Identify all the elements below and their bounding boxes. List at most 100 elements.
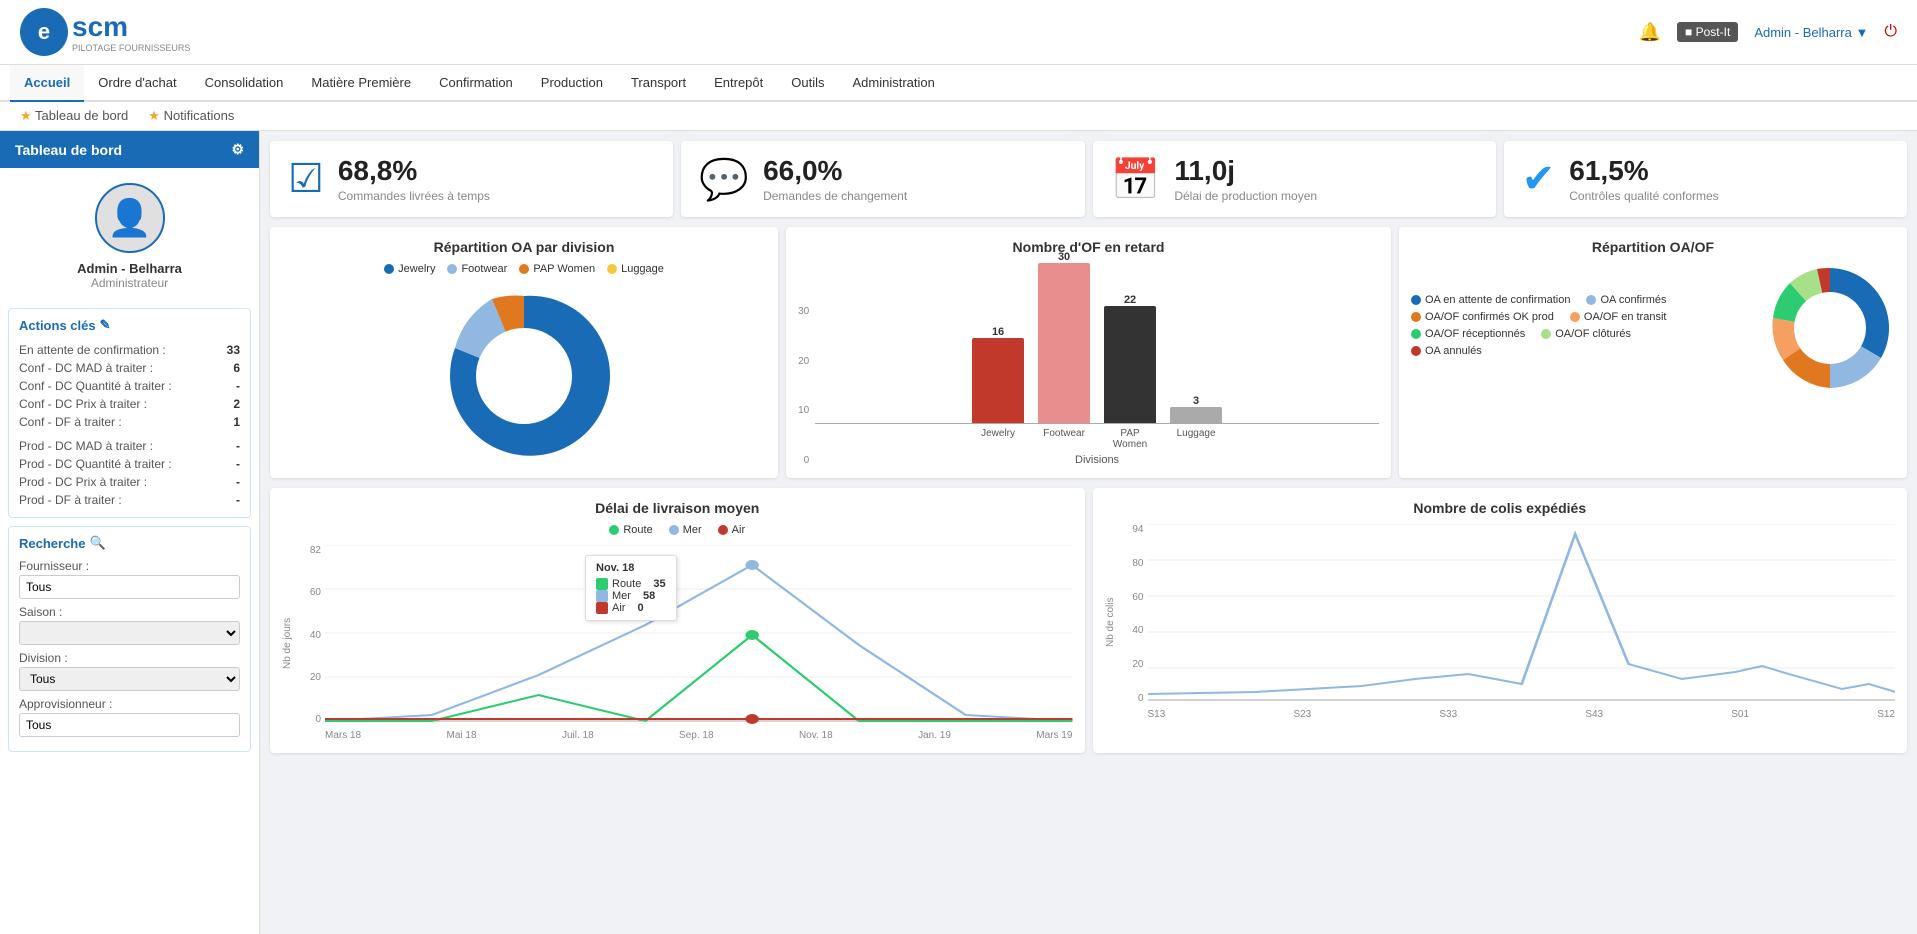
oa-donut-container bbox=[282, 286, 766, 466]
kpi-demandes: 💬 66,0% Demandes de changement bbox=[681, 141, 1084, 217]
bar-pap-rect bbox=[1104, 306, 1156, 423]
logo: e scm PILOTAGE FOURNISSEURS bbox=[20, 8, 190, 56]
x-axis-label: Divisions bbox=[815, 454, 1379, 466]
chart-colis: Nombre de colis expédiés Nb de colis 0 2… bbox=[1093, 488, 1908, 753]
content-area: Tableau de bord ⚙ 👤 Admin - Belharra Adm… bbox=[0, 131, 1917, 934]
breadcrumb: Tableau de bord Notifications bbox=[0, 102, 1917, 131]
tooltip-route: Route 35 bbox=[596, 578, 666, 590]
saison-field: Saison : bbox=[19, 605, 240, 645]
bar-footwear-rect bbox=[1038, 263, 1090, 423]
nav-accueil[interactable]: Accueil bbox=[10, 65, 84, 102]
chart-delai-title: Délai de livraison moyen bbox=[282, 500, 1073, 516]
nav-production[interactable]: Production bbox=[527, 65, 617, 102]
chart-oa-division: Répartition OA par division Jewelry Foot… bbox=[270, 227, 778, 478]
actions-title: Actions clés ✎ bbox=[19, 317, 240, 333]
colis-chart-area: Nb de colis 0 20 40 60 80 94 bbox=[1105, 524, 1896, 720]
bar-pap: 22 bbox=[1104, 294, 1156, 423]
nav-transport[interactable]: Transport bbox=[617, 65, 700, 102]
action-row-8: Prod - DC Prix à traiter :- bbox=[19, 473, 240, 491]
nav-ordre-achat[interactable]: Ordre d'achat bbox=[84, 65, 190, 102]
action-row-6: Prod - DC MAD à traiter :- bbox=[19, 437, 240, 455]
approvisionneur-field: Approvisionneur : bbox=[19, 697, 240, 737]
saison-select[interactable] bbox=[19, 621, 240, 645]
delai-tooltip: Nov. 18 Route 35 Mer 58 bbox=[585, 555, 677, 621]
kpi-qualite: ✔ 61,5% Contrôles qualité conformes bbox=[1504, 141, 1907, 217]
chart-oaof: Répartition OA/OF OA en attente de confi… bbox=[1399, 227, 1907, 478]
breadcrumb-tableau[interactable]: Tableau de bord bbox=[20, 108, 128, 124]
admin-menu[interactable]: Admin - Belharra ▼ bbox=[1754, 25, 1868, 40]
top-header: e scm PILOTAGE FOURNISSEURS 🔔 ■ Post-It … bbox=[0, 0, 1917, 65]
kpi-row: ☑ 68,8% Commandes livrées à temps 💬 66,0… bbox=[270, 141, 1907, 217]
colis-x-labels: S13 S23 S33 S43 S01 S12 bbox=[1148, 709, 1896, 720]
fournisseur-field: Fournisseur : bbox=[19, 559, 240, 599]
action-row-2: Conf - DC MAD à traiter :6 bbox=[19, 359, 240, 377]
power-button[interactable]: ⏻ bbox=[1884, 23, 1897, 41]
bar-luggage-rect bbox=[1170, 407, 1222, 423]
delai-legend: Route Mer Air bbox=[282, 524, 1073, 539]
logo-sub: PILOTAGE FOURNISSEURS bbox=[72, 43, 190, 53]
fournisseur-input[interactable] bbox=[19, 575, 240, 599]
kpi-label-2: Demandes de changement bbox=[763, 189, 907, 203]
delai-svg-container: Nov. 18 Route 35 Mer 58 bbox=[325, 545, 1073, 741]
tooltip-mer: Mer 58 bbox=[596, 590, 666, 602]
delai-y-ticks: 0 20 40 60 82 bbox=[297, 545, 321, 725]
chart-oa-title: Répartition OA par division bbox=[282, 239, 766, 255]
nav-entrepot[interactable]: Entrepôt bbox=[700, 65, 777, 102]
chart-colis-title: Nombre de colis expédiés bbox=[1105, 500, 1896, 516]
nav-administration[interactable]: Administration bbox=[839, 65, 949, 102]
bar-jewelry-rect bbox=[972, 338, 1024, 423]
legend-jewelry: Jewelry bbox=[384, 263, 435, 275]
kpi-value-4: 61,5% bbox=[1569, 155, 1718, 187]
tooltip-air: Air 0 bbox=[596, 602, 666, 614]
bar-footwear: 30 bbox=[1038, 251, 1090, 423]
delai-y-label: Nb de jours bbox=[282, 545, 293, 741]
kpi-check-icon-1: ☑ bbox=[288, 156, 324, 202]
action-row-9: Prod - DF à traiter :- bbox=[19, 491, 240, 509]
division-select[interactable]: Tous bbox=[19, 667, 240, 691]
search-icon: 🔍 bbox=[89, 535, 105, 551]
action-row-1: En attente de confirmation :33 bbox=[19, 341, 240, 359]
x-labels: Jewelry Footwear PAP Women Luggage bbox=[815, 428, 1379, 450]
legend-pap-women: PAP Women bbox=[519, 263, 595, 275]
kpi-check-icon-2: ✔ bbox=[1522, 156, 1556, 202]
legend-luggage: Luggage bbox=[607, 263, 664, 275]
division-field: Division : Tous bbox=[19, 651, 240, 691]
colis-y-label: Nb de colis bbox=[1105, 524, 1116, 720]
legend-footwear: Footwear bbox=[447, 263, 507, 275]
bar-jewelry: 16 bbox=[972, 326, 1024, 423]
bar-chart-area: 0 10 20 30 16 bbox=[798, 263, 1379, 466]
bars-wrapper: 16 30 22 bbox=[815, 263, 1379, 466]
kpi-value-3: 11,0j bbox=[1174, 155, 1317, 187]
main-nav: Accueil Ordre d'achat Consolidation Mati… bbox=[0, 65, 1917, 102]
sidebar-title: Tableau de bord ⚙ bbox=[0, 131, 259, 168]
approvisionneur-input[interactable] bbox=[19, 713, 240, 737]
nav-outils[interactable]: Outils bbox=[777, 65, 838, 102]
action-row-4: Conf - DC Prix à traiter :2 bbox=[19, 395, 240, 413]
oaof-legend: OA en attente de confirmation OA confirm… bbox=[1411, 294, 1667, 362]
charts-row-2: Délai de livraison moyen Route Mer Air N… bbox=[270, 488, 1907, 753]
kpi-delai: 📅 11,0j Délai de production moyen bbox=[1093, 141, 1496, 217]
nav-consolidation[interactable]: Consolidation bbox=[191, 65, 298, 102]
kpi-calendar-icon: 📅 bbox=[1111, 156, 1161, 203]
kpi-value-2: 66,0% bbox=[763, 155, 907, 187]
kpi-value-1: 68,8% bbox=[338, 155, 490, 187]
oaof-donut-svg bbox=[1765, 263, 1895, 393]
search-section: Recherche 🔍 Fournisseur : Saison : Divis… bbox=[8, 526, 251, 752]
postit-button[interactable]: ■ Post-It bbox=[1677, 22, 1738, 42]
bars-container: 16 30 22 bbox=[815, 263, 1379, 423]
y-axis: 0 10 20 30 bbox=[798, 306, 809, 466]
header-right: 🔔 ■ Post-It Admin - Belharra ▼ ⏻ bbox=[1639, 22, 1897, 43]
search-title: Recherche 🔍 bbox=[19, 535, 240, 551]
colis-y-ticks: 0 20 40 60 80 94 bbox=[1120, 524, 1144, 704]
actions-section: Actions clés ✎ En attente de confirmatio… bbox=[8, 308, 251, 518]
nav-confirmation[interactable]: Confirmation bbox=[425, 65, 527, 102]
chart-delai: Délai de livraison moyen Route Mer Air N… bbox=[270, 488, 1085, 753]
nav-matiere-premiere[interactable]: Matière Première bbox=[297, 65, 425, 102]
kpi-label-1: Commandes livrées à temps bbox=[338, 189, 490, 203]
breadcrumb-notifications[interactable]: Notifications bbox=[148, 108, 234, 124]
avatar: 👤 bbox=[95, 183, 165, 253]
delai-x-labels: Mars 18 Mai 18 Juil. 18 Sep. 18 Nov. 18 … bbox=[325, 730, 1073, 741]
notification-bell[interactable]: 🔔 bbox=[1639, 22, 1661, 43]
sidebar-gear-icon[interactable]: ⚙ bbox=[231, 141, 244, 158]
dashboard: ☑ 68,8% Commandes livrées à temps 💬 66,0… bbox=[260, 131, 1917, 934]
